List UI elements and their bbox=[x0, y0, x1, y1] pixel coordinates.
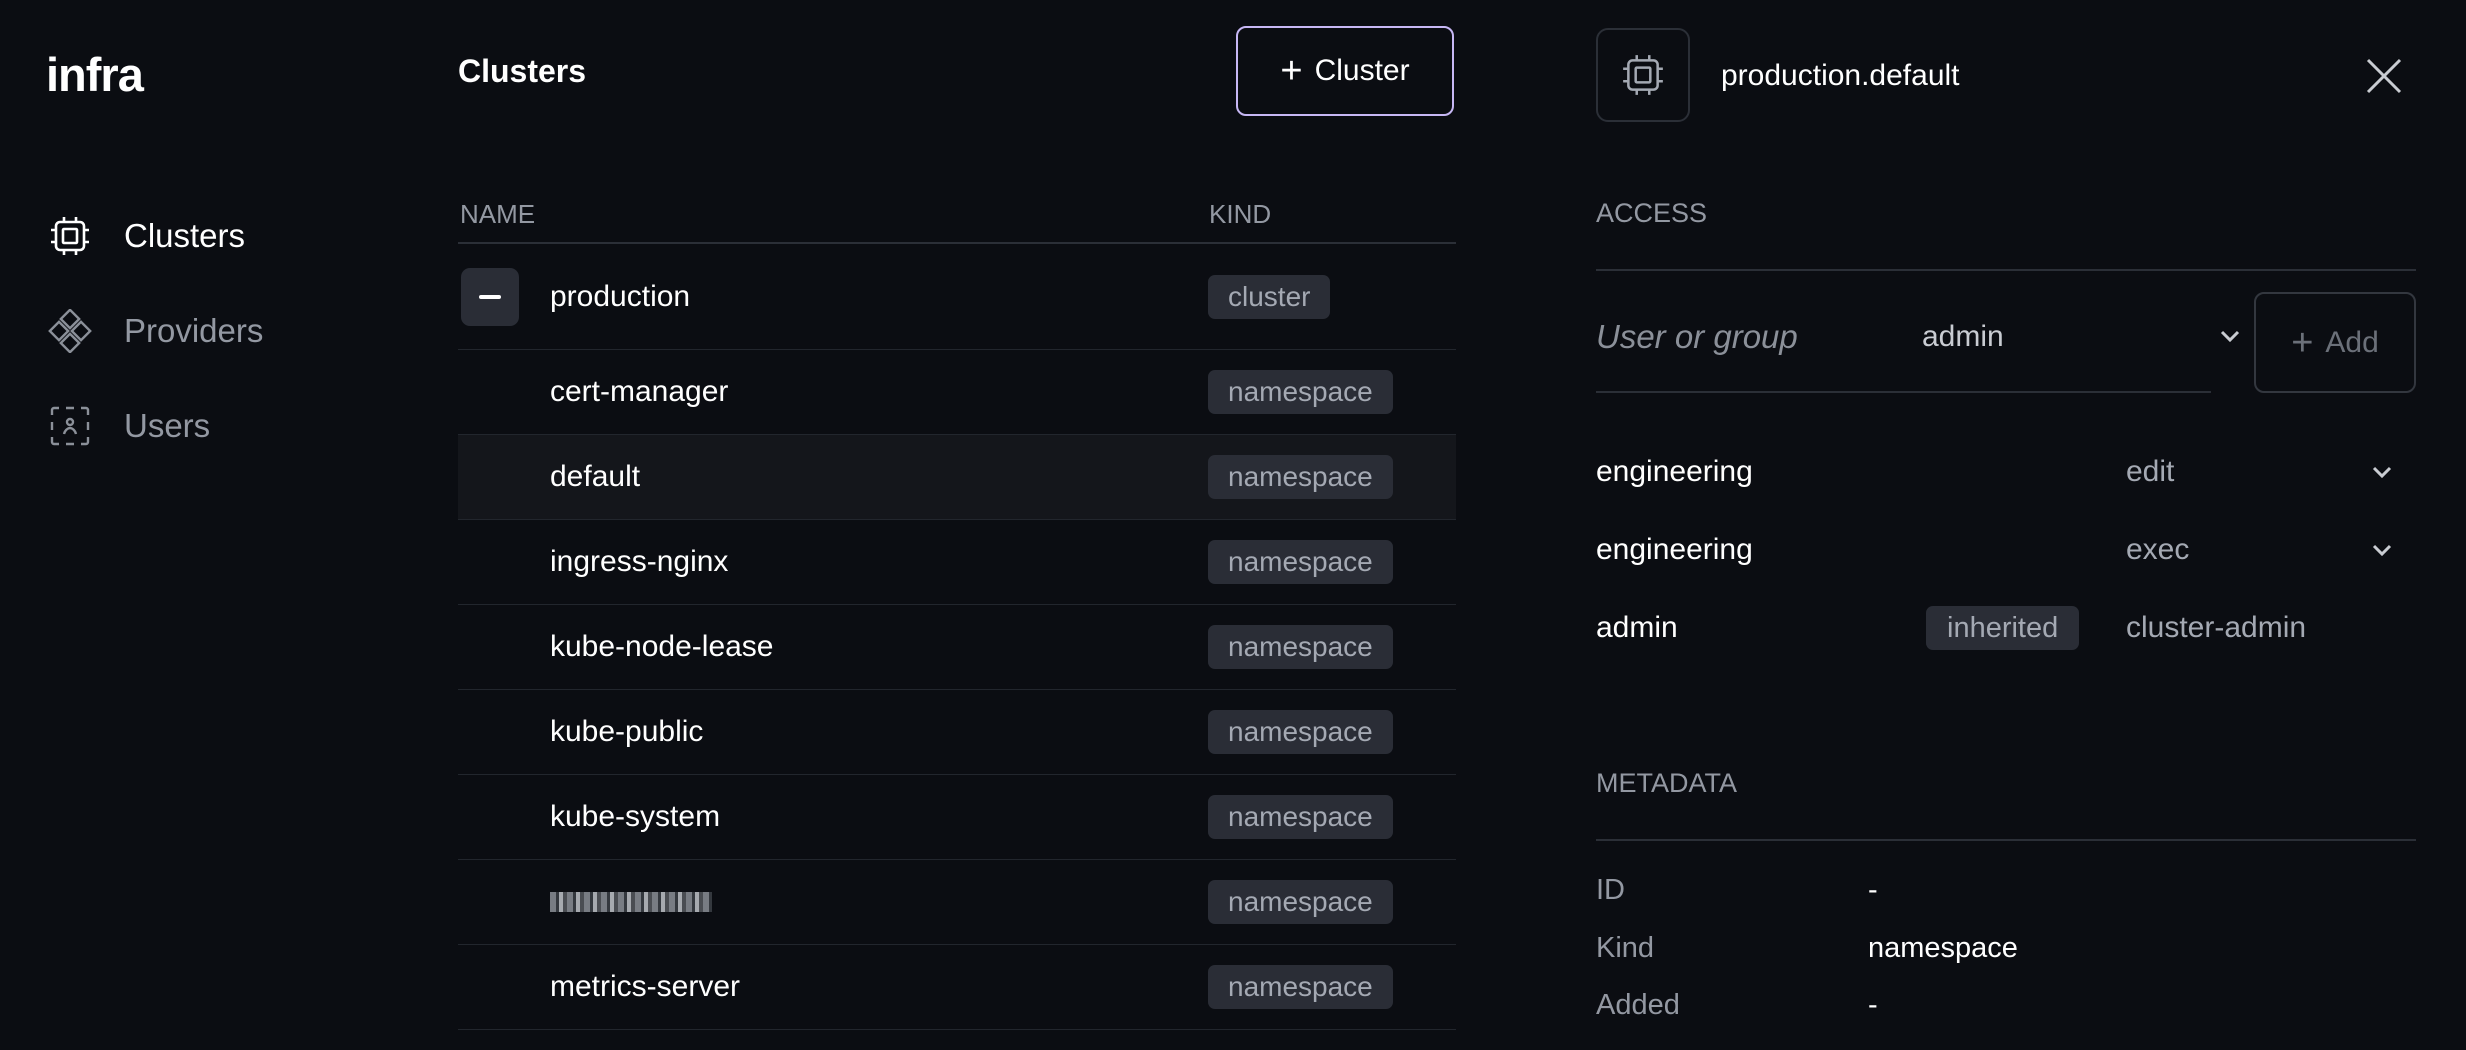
close-icon bbox=[2366, 58, 2402, 94]
add-cluster-button[interactable]: + Cluster bbox=[1236, 26, 1454, 116]
row-name: kube-public bbox=[550, 715, 704, 748]
row-name: production bbox=[550, 279, 691, 313]
user-or-group-input[interactable]: User or group bbox=[1596, 316, 1798, 358]
row-name: metrics-server bbox=[550, 970, 741, 1003]
sidebar-item-providers[interactable]: Providers bbox=[46, 291, 376, 371]
page-title: Clusters bbox=[458, 53, 587, 89]
metadata-section-label: METADATA bbox=[1596, 768, 1737, 798]
table-row[interactable]: kube-node-lease namespace bbox=[458, 605, 1456, 690]
table-row-selected[interactable]: default namespace bbox=[458, 435, 1456, 520]
kind-badge: namespace bbox=[1208, 795, 1393, 839]
grant-identity: admin bbox=[1596, 611, 1678, 644]
chip-icon bbox=[1623, 55, 1663, 95]
kind-badge: namespace bbox=[1208, 625, 1393, 669]
kind-badge: cluster bbox=[1208, 274, 1331, 319]
kind-badge: namespace bbox=[1208, 710, 1393, 754]
resource-icon bbox=[1596, 28, 1690, 122]
input-underline bbox=[1596, 391, 2211, 393]
metadata-key: ID bbox=[1596, 874, 1625, 906]
app-logo[interactable]: infra bbox=[46, 44, 144, 106]
redacted-text bbox=[550, 892, 712, 912]
grant-role-value: cluster-admin bbox=[2126, 611, 2307, 644]
kind-badge: namespace bbox=[1208, 370, 1393, 414]
table-row[interactable]: ingress-nginx namespace bbox=[458, 520, 1456, 605]
add-grant-label: Add bbox=[2325, 325, 2379, 359]
row-name: cert-manager bbox=[550, 375, 729, 408]
table-row[interactable]: kube-public namespace bbox=[458, 690, 1456, 775]
details-title: production.default bbox=[1721, 59, 1960, 92]
chevron-down-icon bbox=[2372, 466, 2392, 479]
users-icon bbox=[46, 402, 94, 450]
plus-icon: + bbox=[1280, 50, 1303, 92]
grant-role-select[interactable]: exec bbox=[2126, 530, 2392, 570]
sidebar-item-label: Clusters bbox=[124, 217, 246, 254]
plus-icon: + bbox=[2291, 321, 2314, 364]
row-name-redacted bbox=[550, 860, 712, 944]
kind-badge: namespace bbox=[1208, 880, 1393, 924]
metadata-value: - bbox=[1868, 874, 1878, 906]
column-header-kind[interactable]: KIND bbox=[1209, 197, 1271, 231]
grant-identity: engineering bbox=[1596, 533, 1753, 566]
sidebar-item-clusters[interactable]: Clusters bbox=[46, 196, 376, 276]
sidebar-item-users[interactable]: Users bbox=[46, 386, 376, 466]
role-select[interactable]: admin bbox=[1922, 316, 2242, 358]
grant-identity: engineering bbox=[1596, 455, 1753, 488]
access-section-label: ACCESS bbox=[1596, 198, 1708, 228]
close-button[interactable] bbox=[2364, 56, 2404, 96]
metadata-key: Kind bbox=[1596, 932, 1655, 964]
table-row[interactable]: cert-manager namespace bbox=[458, 350, 1456, 435]
add-grant-button[interactable]: + Add bbox=[2254, 292, 2416, 393]
metadata-value: - bbox=[1868, 989, 1878, 1021]
metadata-value: namespace bbox=[1868, 932, 2018, 964]
minus-icon bbox=[479, 294, 501, 299]
add-cluster-label: Cluster bbox=[1314, 54, 1410, 87]
role-select-value: admin bbox=[1922, 320, 2004, 353]
access-divider bbox=[1596, 269, 2416, 271]
kind-badge: namespace bbox=[1208, 455, 1393, 499]
collapse-button[interactable] bbox=[461, 267, 519, 326]
kind-badge: namespace bbox=[1208, 965, 1393, 1009]
sidebar-item-label: Users bbox=[124, 407, 211, 444]
chip-icon bbox=[46, 212, 94, 260]
column-header-name[interactable]: NAME bbox=[460, 197, 535, 231]
chevron-down-icon bbox=[2372, 544, 2392, 557]
kind-badge: namespace bbox=[1208, 540, 1393, 584]
inherited-badge: inherited bbox=[1926, 606, 2080, 650]
row-name: kube-node-lease bbox=[550, 630, 774, 663]
grant-role-select[interactable]: edit bbox=[2126, 452, 2392, 492]
chevron-down-icon bbox=[2220, 330, 2240, 343]
metadata-key: Added bbox=[1596, 989, 1680, 1021]
providers-icon bbox=[46, 307, 94, 355]
grant-role-value: exec bbox=[2126, 533, 2190, 566]
row-name: default bbox=[550, 460, 641, 493]
row-name: kube-system bbox=[550, 800, 721, 833]
grant-role-value: edit bbox=[2126, 455, 2175, 488]
row-name: ingress-nginx bbox=[550, 545, 729, 578]
table-row[interactable]: production cluster bbox=[458, 244, 1456, 350]
metadata-divider bbox=[1596, 839, 2416, 841]
sidebar-item-label: Providers bbox=[124, 312, 264, 349]
table-row[interactable]: namespace bbox=[458, 860, 1456, 945]
table-row[interactable]: kube-system namespace bbox=[458, 775, 1456, 860]
table-row[interactable]: metrics-server namespace bbox=[458, 945, 1456, 1030]
